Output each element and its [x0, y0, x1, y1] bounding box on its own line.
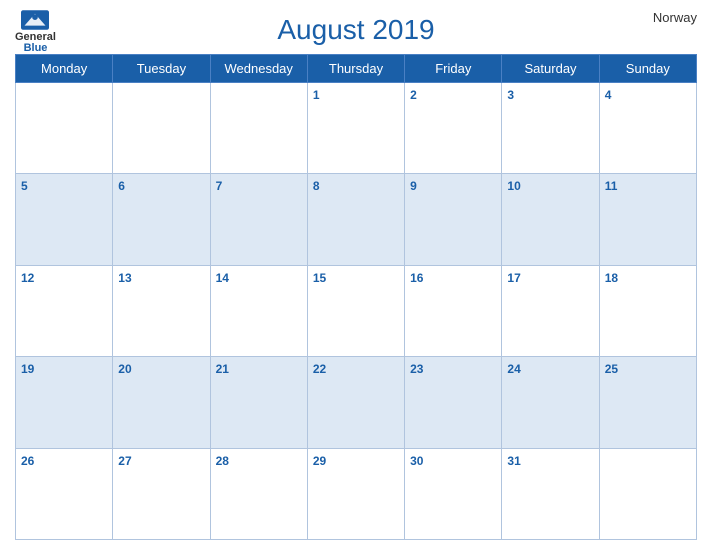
page-title: August 2019: [277, 14, 434, 46]
calendar-week-row: 12 13 14 15 16 17 18: [16, 265, 697, 356]
calendar-day: 16: [405, 265, 502, 356]
calendar-day: 27: [113, 448, 210, 539]
calendar-day: 29: [307, 448, 404, 539]
day-number: 28: [216, 454, 229, 468]
logo: General Blue: [15, 10, 56, 54]
day-number: 19: [21, 362, 34, 376]
calendar-day: 1: [307, 83, 404, 174]
calendar-day: 25: [599, 357, 696, 448]
calendar-day: 18: [599, 265, 696, 356]
calendar-day: 3: [502, 83, 599, 174]
calendar-day: 20: [113, 357, 210, 448]
calendar-day: 15: [307, 265, 404, 356]
day-number: 23: [410, 362, 423, 376]
day-number: 5: [21, 179, 28, 193]
calendar-day: 12: [16, 265, 113, 356]
calendar-day: 23: [405, 357, 502, 448]
calendar-table: Monday Tuesday Wednesday Thursday Friday…: [15, 54, 697, 540]
day-number: 9: [410, 179, 417, 193]
day-number: 16: [410, 271, 423, 285]
calendar-day: 30: [405, 448, 502, 539]
calendar-day: 26: [16, 448, 113, 539]
calendar-day: 31: [502, 448, 599, 539]
calendar-day: 28: [210, 448, 307, 539]
header-saturday: Saturday: [502, 55, 599, 83]
day-number: 4: [605, 88, 612, 102]
calendar-day: 9: [405, 174, 502, 265]
day-number: 8: [313, 179, 320, 193]
header-sunday: Sunday: [599, 55, 696, 83]
country-label: Norway: [653, 10, 697, 25]
day-number: 2: [410, 88, 417, 102]
calendar-day: 24: [502, 357, 599, 448]
calendar-day: 21: [210, 357, 307, 448]
day-number: 15: [313, 271, 326, 285]
calendar-day: 4: [599, 83, 696, 174]
day-number: 20: [118, 362, 131, 376]
calendar-week-row: 19 20 21 22 23 24 25: [16, 357, 697, 448]
calendar-day: [599, 448, 696, 539]
logo-blue: Blue: [24, 43, 48, 54]
calendar-day: 14: [210, 265, 307, 356]
day-number: 21: [216, 362, 229, 376]
calendar-week-row: 5 6 7 8 9 10 11: [16, 174, 697, 265]
header-friday: Friday: [405, 55, 502, 83]
day-number: 25: [605, 362, 618, 376]
calendar-day: [113, 83, 210, 174]
day-number: 14: [216, 271, 229, 285]
calendar-day: 13: [113, 265, 210, 356]
day-number: 6: [118, 179, 125, 193]
header-wednesday: Wednesday: [210, 55, 307, 83]
calendar-day: 5: [16, 174, 113, 265]
header-thursday: Thursday: [307, 55, 404, 83]
calendar-day: 22: [307, 357, 404, 448]
calendar-day: 8: [307, 174, 404, 265]
day-number: 18: [605, 271, 618, 285]
calendar-day: 10: [502, 174, 599, 265]
calendar-header: General Blue August 2019 Norway: [15, 10, 697, 46]
day-number: 29: [313, 454, 326, 468]
calendar-week-row: 26 27 28 29 30 31: [16, 448, 697, 539]
header-tuesday: Tuesday: [113, 55, 210, 83]
calendar-day: [210, 83, 307, 174]
day-number: 12: [21, 271, 34, 285]
day-number: 7: [216, 179, 223, 193]
day-number: 27: [118, 454, 131, 468]
day-number: 24: [507, 362, 520, 376]
calendar-day: 11: [599, 174, 696, 265]
day-number: 11: [605, 179, 618, 193]
calendar-day: 7: [210, 174, 307, 265]
weekday-header-row: Monday Tuesday Wednesday Thursday Friday…: [16, 55, 697, 83]
day-number: 3: [507, 88, 514, 102]
day-number: 22: [313, 362, 326, 376]
calendar-day: 6: [113, 174, 210, 265]
day-number: 26: [21, 454, 34, 468]
calendar-day: 2: [405, 83, 502, 174]
calendar-day: [16, 83, 113, 174]
header-monday: Monday: [16, 55, 113, 83]
day-number: 30: [410, 454, 423, 468]
calendar-day: 17: [502, 265, 599, 356]
calendar-week-row: 1 2 3 4: [16, 83, 697, 174]
day-number: 13: [118, 271, 131, 285]
calendar-day: 19: [16, 357, 113, 448]
day-number: 17: [507, 271, 520, 285]
day-number: 10: [507, 179, 520, 193]
day-number: 1: [313, 88, 320, 102]
day-number: 31: [507, 454, 520, 468]
